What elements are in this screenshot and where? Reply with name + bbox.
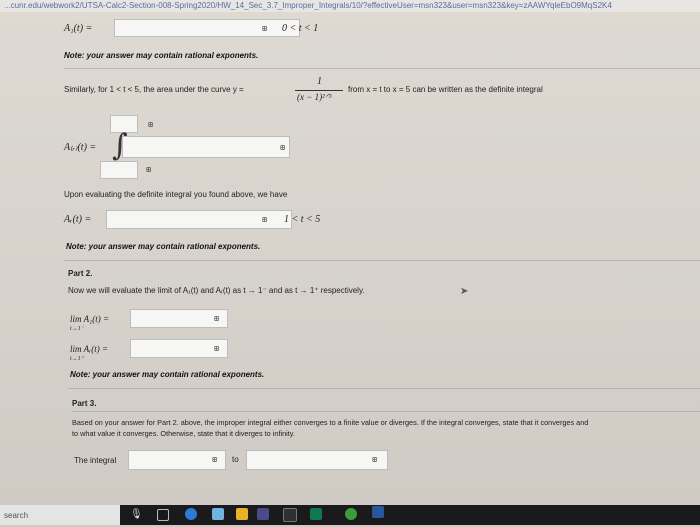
value-input[interactable]	[246, 450, 388, 470]
ar-label: A₍ᵣ₎(t) =	[64, 142, 97, 153]
divider	[64, 68, 700, 69]
similarly-text: Similarly, for 1 < t < 5, the area under…	[64, 85, 244, 94]
problem-content: A₁(t) = ⊞ 0 < t < 1 Note: your answer ma…	[50, 14, 700, 505]
part3-heading: Part 3.	[72, 399, 97, 408]
fraction-bar	[295, 90, 343, 91]
evaluating-text: Upon evaluating the definite integral yo…	[64, 190, 288, 199]
matrix-icon[interactable]: ⊞	[208, 455, 220, 464]
matrix-icon[interactable]: ⊞	[258, 24, 270, 33]
ar-condition: 1 < t < 5	[284, 214, 321, 225]
divider	[72, 411, 700, 412]
matrix-icon[interactable]: ⊞	[258, 215, 270, 224]
lim2-label: lim Aᵣ(t) =	[70, 344, 109, 354]
lim1-label: lim A₁(t) =	[70, 314, 110, 324]
store-icon[interactable]	[212, 508, 224, 520]
browser-screen: ...cunr.edu/webwork2/UTSA-Calc2-Section-…	[0, 0, 700, 505]
ar-label-2: Aᵣ(t) =	[64, 214, 92, 225]
to-label: to	[232, 455, 239, 464]
lim2-subscript: t→1⁺	[70, 356, 84, 362]
matrix-icon[interactable]: ⊞	[144, 120, 156, 129]
matrix-icon[interactable]: ⊞	[210, 344, 222, 353]
fraction-denominator: (x − 1)²ᐟ³	[297, 92, 332, 102]
a1-label: A₁(t) =	[64, 23, 93, 34]
note-rational-3: Note: your answer may contain rational e…	[70, 370, 265, 379]
part3-line1: Based on your answer for Part 2. above, …	[72, 418, 589, 427]
app-icon[interactable]	[310, 508, 322, 520]
matrix-icon[interactable]: ⊞	[368, 455, 380, 464]
matrix-icon[interactable]: ⊞	[142, 165, 154, 174]
integrand-input[interactable]	[122, 136, 290, 158]
note-rational-2: Note: your answer may contain rational e…	[66, 242, 261, 251]
matrix-icon[interactable]: ⊞	[276, 143, 288, 152]
note-rational-1: Note: your answer may contain rational e…	[64, 51, 259, 60]
app-icon[interactable]	[283, 508, 297, 522]
task-view-icon[interactable]	[157, 509, 169, 521]
the-integral-label: The integral	[74, 456, 117, 465]
mouse-cursor: ➤	[460, 286, 469, 297]
file-explorer-icon[interactable]	[236, 508, 248, 520]
part2-intro: Now we will evaluate the limit of A₁(t) …	[68, 286, 365, 295]
edge-browser-icon[interactable]	[185, 508, 197, 520]
divider	[68, 388, 700, 389]
from-text: from x = t to x = 5 can be written as th…	[348, 85, 543, 94]
lower-limit-input[interactable]	[100, 161, 138, 179]
microphone-icon[interactable]: 🎙	[130, 509, 143, 521]
address-bar[interactable]: ...cunr.edu/webwork2/UTSA-Calc2-Section-…	[0, 0, 700, 12]
word-icon[interactable]	[372, 506, 384, 518]
a1-condition: 0 < t < 1	[282, 23, 319, 34]
chrome-icon[interactable]	[345, 508, 357, 520]
matrix-icon[interactable]: ⊞	[210, 314, 222, 323]
a1-answer-input[interactable]	[114, 19, 300, 37]
part2-heading: Part 2.	[68, 269, 93, 278]
divider	[64, 260, 700, 261]
lim1-subscript: t→1⁻	[70, 326, 84, 332]
taskbar-search[interactable]: search	[0, 505, 120, 525]
part3-line2: to what value it converges. Otherwise, s…	[72, 429, 295, 438]
calendar-app-icon[interactable]	[257, 508, 269, 520]
fraction-numerator: 1	[317, 76, 322, 87]
